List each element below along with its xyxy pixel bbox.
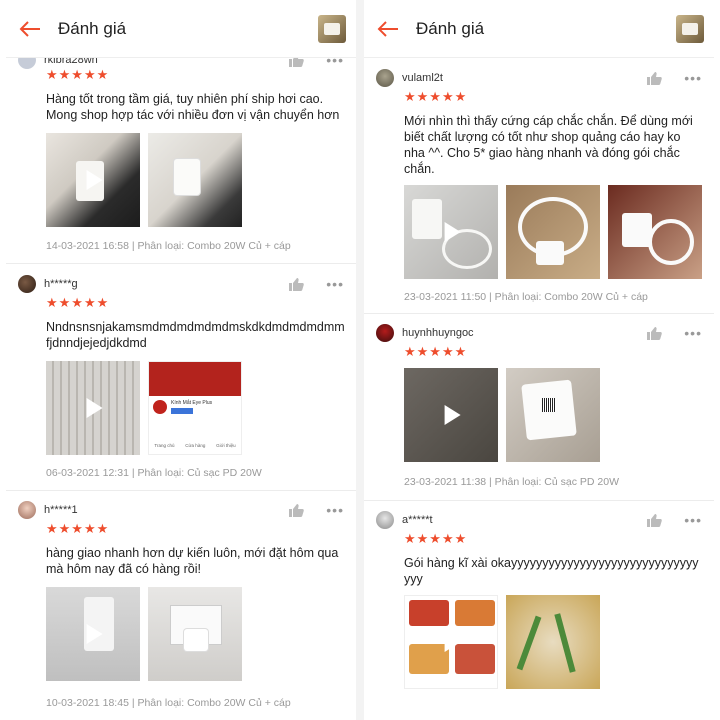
right-screen: Đánh giá vulaml2t ••• ★★★★★ Mới nhìn thì…	[364, 0, 714, 720]
like-icon[interactable]	[646, 71, 663, 85]
review-image[interactable]: Kính Mắt Eye Plus Trang chủ Cửa hàng Giớ…	[148, 361, 242, 455]
avatar[interactable]	[18, 501, 36, 519]
more-icon[interactable]: •••	[326, 502, 344, 518]
reviewer-name[interactable]: h*****1	[44, 504, 288, 516]
review-text: Hàng tốt trong tầm giá, tuy nhiên phí sh…	[46, 92, 340, 122]
play-icon	[86, 624, 103, 644]
review-text: Nndnsnsnjakamsmdmdmdmdmdmskdkdmdmdmdmmfj…	[46, 320, 345, 350]
product-thumbnail[interactable]	[676, 14, 704, 43]
review-video[interactable]	[404, 185, 498, 279]
review-video[interactable]	[46, 361, 140, 455]
review-video[interactable]	[46, 133, 140, 227]
more-icon[interactable]: •••	[326, 276, 344, 292]
review-image[interactable]	[148, 587, 242, 681]
shop-tab: Cửa hàng	[185, 443, 206, 448]
like-icon[interactable]	[646, 326, 663, 340]
like-icon[interactable]	[288, 277, 305, 291]
more-icon[interactable]: •••	[684, 70, 702, 86]
review-meta: 10-03-2021 18:45 | Phân loại: Combo 20W …	[46, 697, 291, 709]
play-icon	[444, 632, 461, 652]
shop-tab: Trang chủ	[154, 443, 175, 448]
review-media: Kính Mắt Eye Plus Trang chủ Cửa hàng Giớ…	[46, 361, 242, 455]
review-meta: 06-03-2021 12:31 | Phân loại: Củ sạc PD …	[46, 467, 262, 479]
back-button[interactable]	[8, 0, 52, 58]
back-arrow-icon	[19, 20, 40, 37]
review-video[interactable]	[404, 595, 498, 689]
review-item: h*****g ••• ★★★★★ Nndnsnsnjakamsmdmdmdmd…	[6, 267, 356, 491]
product-thumbnail[interactable]	[318, 14, 346, 43]
review-image[interactable]	[608, 185, 702, 279]
play-icon	[444, 405, 461, 425]
play-icon	[86, 170, 103, 190]
rating-stars: ★★★★★	[46, 295, 110, 310]
more-icon[interactable]: •••	[684, 512, 702, 528]
review-media	[404, 368, 600, 462]
review-image[interactable]	[148, 133, 242, 227]
review-media	[46, 587, 242, 681]
review-media	[404, 595, 600, 689]
reviewer-name[interactable]: huynhhuyngoc	[402, 327, 646, 339]
review-text: hàng giao nhanh hơn dự kiến luôn, mới đặ…	[46, 546, 339, 576]
review-video[interactable]	[404, 368, 498, 462]
play-icon	[444, 222, 461, 242]
review-item: a*****t ••• ★★★★★ Gói hàng kĩ xài okayyy…	[364, 501, 714, 720]
screenshot-collage: Đánh giá rkibra28wn ••• ★★★★★ Hàng tốt t…	[0, 0, 720, 720]
review-item: rkibra28wn ••• ★★★★★ Hàng tốt trong tầm …	[6, 49, 356, 264]
rating-stars: ★★★★★	[46, 521, 110, 536]
review-item: h*****1 ••• ★★★★★ hàng giao nhanh hơn dự…	[6, 491, 356, 720]
more-icon[interactable]: •••	[684, 325, 702, 341]
rating-stars: ★★★★★	[404, 344, 468, 359]
review-item: vulaml2t ••• ★★★★★ Mới nhìn thì thấy cứn…	[364, 59, 714, 314]
shop-name: Kính Mắt Eye Plus	[171, 400, 213, 406]
review-meta: 23-03-2021 11:50 | Phân loại: Combo 20W …	[404, 291, 648, 303]
review-image[interactable]	[506, 368, 600, 462]
shop-tab: Giới thiệu	[216, 443, 236, 448]
like-icon[interactable]	[646, 513, 663, 527]
review-image[interactable]	[506, 595, 600, 689]
back-button[interactable]	[366, 0, 410, 58]
page-title: Đánh giá	[416, 18, 485, 38]
review-item: huynhhuyngoc ••• ★★★★★ 23-03-2021 11:38 …	[364, 314, 714, 501]
rating-stars: ★★★★★	[404, 89, 468, 104]
like-icon[interactable]	[288, 503, 305, 517]
avatar[interactable]	[18, 275, 36, 293]
left-screen: Đánh giá rkibra28wn ••• ★★★★★ Hàng tốt t…	[6, 0, 356, 720]
reviewer-name[interactable]: a*****t	[402, 514, 646, 526]
header: Đánh giá	[6, 0, 356, 58]
avatar[interactable]	[376, 511, 394, 529]
panel-divider	[356, 0, 364, 720]
reviewer-name[interactable]: h*****g	[44, 278, 288, 290]
page-title: Đánh giá	[58, 18, 127, 38]
play-icon	[86, 398, 103, 418]
review-media	[404, 185, 702, 279]
reviewer-name[interactable]: vulaml2t	[402, 72, 646, 84]
rating-stars: ★★★★★	[404, 531, 468, 546]
avatar[interactable]	[376, 324, 394, 342]
review-meta: 23-03-2021 11:38 | Phân loại: Củ sạc PD …	[404, 476, 619, 488]
rating-stars: ★★★★★	[46, 67, 110, 82]
review-image[interactable]	[506, 185, 600, 279]
review-meta: 14-03-2021 16:58 | Phân loại: Combo 20W …	[46, 240, 291, 252]
review-media	[46, 133, 242, 227]
back-arrow-icon	[377, 20, 398, 37]
header: Đánh giá	[364, 0, 714, 58]
review-text: Gói hàng kĩ xài okayyyyyyyyyyyyyyyyyyyyy…	[404, 556, 699, 586]
avatar[interactable]	[376, 69, 394, 87]
review-video[interactable]	[46, 587, 140, 681]
review-text: Mới nhìn thì thấy cứng cáp chắc chắn. Để…	[404, 114, 693, 176]
